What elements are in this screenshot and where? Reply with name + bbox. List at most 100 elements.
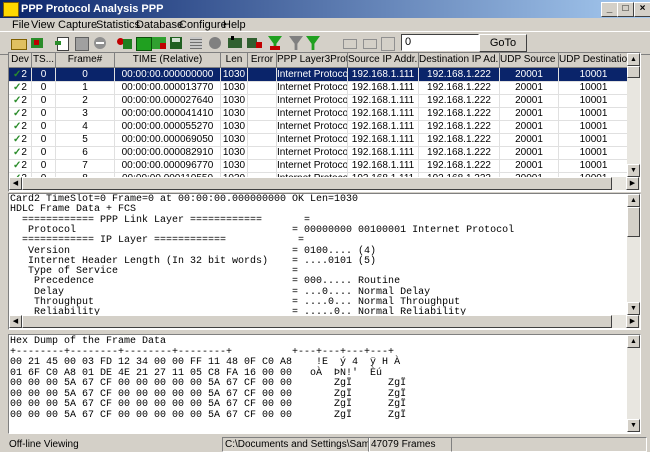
scroll-up-icon[interactable]: ▲ [627,335,640,348]
filter-set-icon[interactable] [267,35,284,51]
hex-dump-vscroll[interactable]: ▲ ▼ [627,335,640,432]
column-header[interactable]: UDP Destination ... [559,53,629,68]
column-header[interactable]: Frame# [56,53,115,68]
table-cell: Internet Protocol [277,107,348,121]
column-header[interactable]: Source IP Addr... [348,53,419,68]
filter-clear-icon[interactable] [305,35,322,51]
scroll-left-icon[interactable]: ◀ [9,315,22,328]
filter-icon[interactable] [288,35,305,51]
table-cell [248,159,277,173]
column-header[interactable]: Destination IP Ad... [419,53,500,68]
hex-line: 00 00 00 5A 67 CF 00 00 00 00 00 5A 67 C… [10,378,407,389]
pdf-icon[interactable] [379,35,396,51]
hscroll-thumb[interactable] [22,177,612,190]
scroll-down-icon[interactable]: ▼ [627,419,640,432]
table-row[interactable]: ✓2 0 4 00:00:00.000055270 1030 Internet Proto… [9,120,640,134]
table-cell: 10001 [559,159,629,173]
table-cell [248,81,277,95]
menu-bar: File View Capture Statistics Database Co… [0,18,650,32]
open-file-icon[interactable] [10,35,27,51]
menu-help[interactable]: Help [223,18,246,32]
app-icon [3,2,19,17]
nav-next-icon[interactable] [361,35,378,51]
menu-file[interactable]: File [12,18,30,32]
minimize-button[interactable]: _ [601,2,618,17]
table-cell: Internet Protocol [277,94,348,108]
goto-frame-input[interactable]: 0 [401,34,479,51]
table-row[interactable]: ✓2 0 1 00:00:00.000013770 1030 Internet Proto… [9,81,640,95]
column-header[interactable]: TS... [32,53,56,68]
status-path: C:\Documents and Settings\Sameer\De [222,437,370,452]
column-header[interactable]: Error [248,53,277,68]
settings-icon[interactable] [207,35,224,51]
table-cell [248,133,277,147]
packet-list-vscroll[interactable]: ▲ ▼ [627,53,640,177]
menu-view[interactable]: View [31,18,55,32]
record-icon[interactable] [116,35,133,51]
table-cell: 20001 [500,120,559,134]
capture-start-icon[interactable] [29,35,46,51]
table-cell: 20001 [500,133,559,147]
column-header[interactable]: PPP Layer3Prot... [277,53,348,68]
maximize-button[interactable]: □ [617,2,634,17]
table-cell: ✓2 [9,68,32,82]
column-header[interactable]: TIME (Relative) [115,53,221,68]
table-cell: 20001 [500,81,559,95]
scroll-up-icon[interactable]: ▲ [627,194,640,207]
menu-statistics[interactable]: Statistics [96,18,140,32]
scroll-left-icon[interactable]: ◀ [9,177,22,190]
filter-green-icon[interactable] [135,35,152,51]
hex-line: Hex Dump of the Frame Data [10,336,167,347]
scroll-right-icon[interactable]: ▶ [626,315,639,328]
table-cell: 192.168.1.222 [419,94,500,108]
export-icon[interactable] [246,35,263,51]
table-cell: 192.168.1.111 [348,133,419,147]
table-cell: 1030 [221,120,248,134]
filter-red-icon[interactable] [151,35,168,51]
scroll-up-icon[interactable]: ▲ [627,53,640,66]
column-header[interactable]: UDP Source ... [500,53,559,68]
menu-database[interactable]: Database [136,18,183,32]
decode-icon[interactable] [227,35,244,51]
goto-button[interactable]: GoTo [479,34,527,52]
table-cell: 1030 [221,107,248,121]
table-cell: Internet Protocol [277,120,348,134]
table-cell: 00:00:00.000027640 [115,94,221,108]
packet-detail-hscroll[interactable]: ◀ ▶ [9,315,640,328]
nav-prev-icon[interactable] [341,35,358,51]
table-row[interactable]: ✓2 0 3 00:00:00.000041410 1030 Internet Proto… [9,107,640,121]
scroll-thumb[interactable] [627,207,640,237]
hscroll-thumb[interactable] [22,315,612,328]
menu-capture[interactable]: Capture [58,18,97,32]
table-cell: 5 [56,133,115,147]
column-header[interactable]: Len [221,53,248,68]
stop-icon[interactable] [92,35,109,51]
scroll-thumb[interactable] [627,66,640,78]
table-cell: 3 [56,107,115,121]
table-cell: 20001 [500,146,559,160]
packet-list-hscroll[interactable]: ◀ ▶ [9,177,640,190]
packet-detail: Card2 TimeSlot=0 Frame=0 at 00:00:00.000… [8,193,641,330]
scroll-right-icon[interactable]: ▶ [626,177,639,190]
table-row[interactable]: ✓2 0 7 00:00:00.000096770 1030 Internet Proto… [9,159,640,173]
table-cell: 20001 [500,107,559,121]
device-number: 2 [21,134,27,145]
table-row[interactable]: ✓2 0 6 00:00:00.000082910 1030 Internet Proto… [9,146,640,160]
menu-configure[interactable]: Configure [179,18,227,32]
insert-icon[interactable] [54,35,71,51]
table-cell: 192.168.1.222 [419,120,500,134]
list-icon[interactable] [73,35,90,51]
grid-view-icon[interactable] [188,35,205,51]
table-row[interactable]: ✓2 0 2 00:00:00.000027640 1030 Internet Proto… [9,94,640,108]
close-button[interactable]: × [634,2,650,17]
table-row[interactable]: ✓2 0 5 00:00:00.000069050 1030 Internet Proto… [9,133,640,147]
title-bar: PPP Protocol Analysis PPP _ □ × [0,0,650,18]
scroll-down-icon[interactable]: ▼ [627,302,640,315]
save-icon[interactable] [168,35,185,51]
table-cell: 00:00:00.000055270 [115,120,221,134]
table-row[interactable]: ✓2 0 0 00:00:00.000000000 1030 Internet Proto… [9,68,640,82]
packet-detail-vscroll[interactable]: ▲ ▼ [627,194,640,315]
column-header[interactable]: Dev [9,53,32,68]
detail-line: ============ IP Layer ============ = [10,235,305,247]
scroll-down-icon[interactable]: ▼ [627,164,640,177]
